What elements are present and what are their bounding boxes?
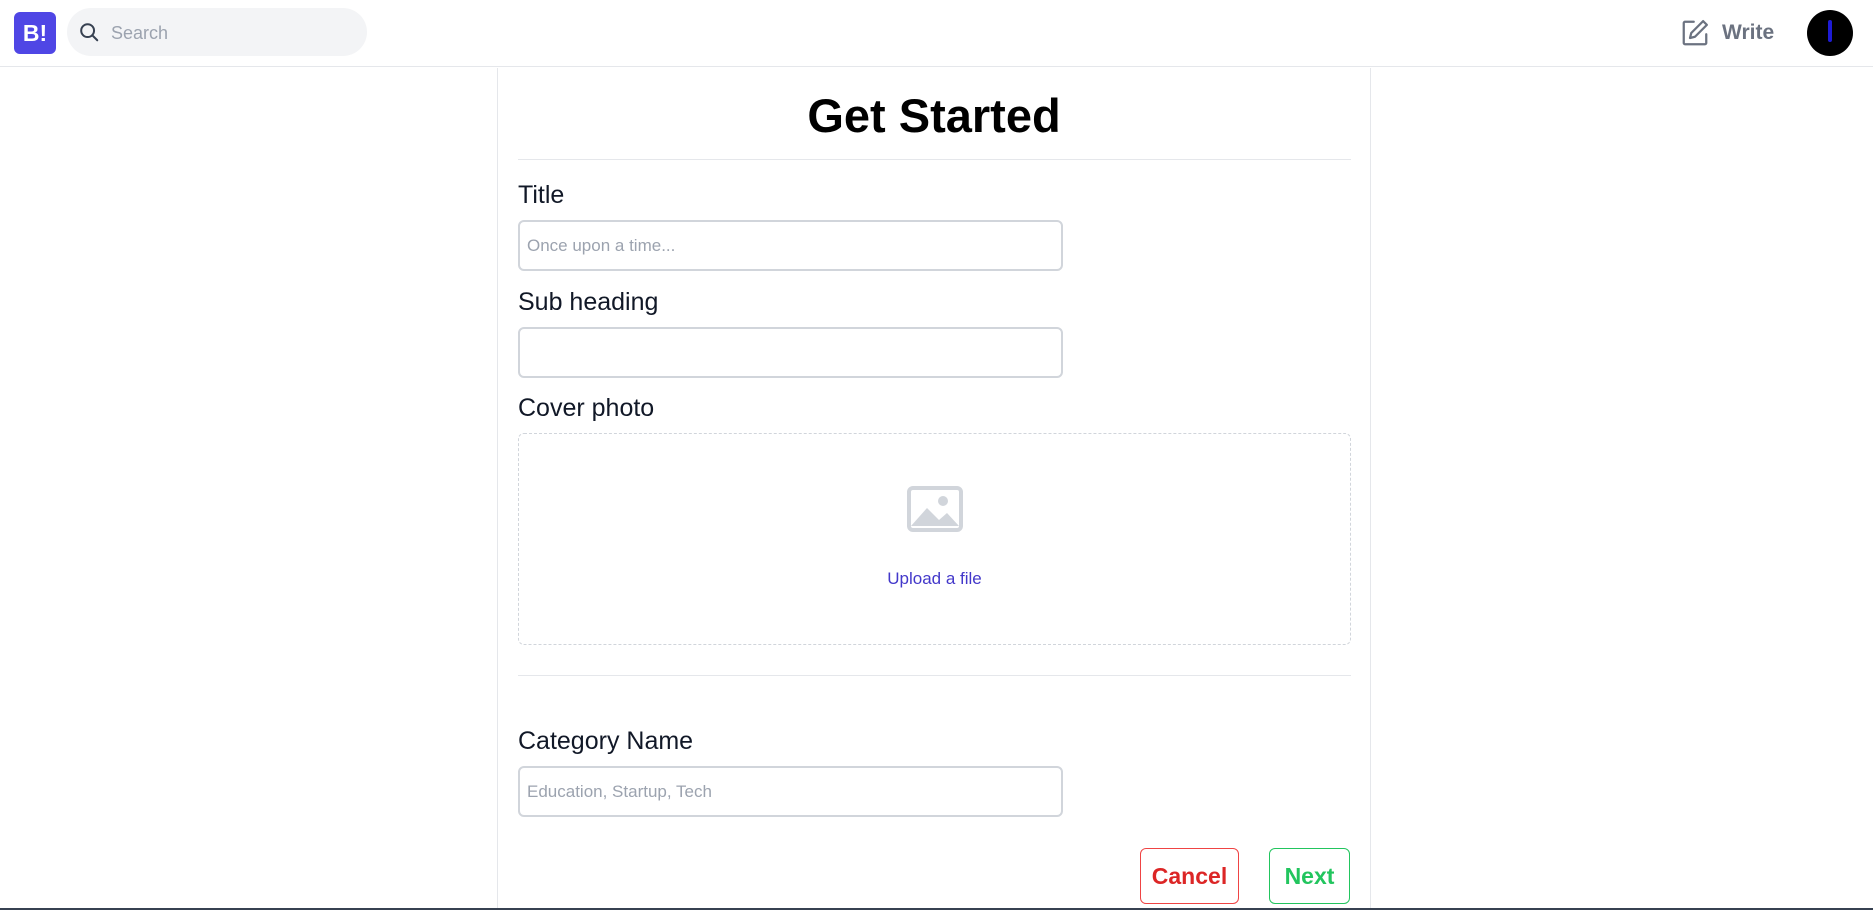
write-label: Write: [1722, 21, 1775, 44]
get-started-form: Get Started Title Sub heading Cover phot…: [497, 68, 1371, 910]
search-input[interactable]: [109, 8, 353, 58]
photo-icon: [907, 486, 963, 532]
top-navbar: B! Write: [0, 0, 1873, 67]
write-button[interactable]: Write: [1680, 15, 1774, 51]
search-bar[interactable]: [67, 8, 367, 58]
section-divider: [518, 675, 1351, 676]
edit-square-icon: [1682, 20, 1708, 46]
category-label: Category Name: [518, 727, 694, 755]
page-title: Get Started: [807, 89, 1061, 142]
title-label: Title: [518, 181, 565, 209]
subheading-input[interactable]: [518, 327, 1063, 378]
title-input[interactable]: [518, 220, 1063, 271]
brand-logo[interactable]: B!: [14, 12, 56, 54]
cancel-button[interactable]: Cancel: [1140, 848, 1239, 904]
cover-photo-dropzone[interactable]: Upload a file: [518, 433, 1351, 645]
cover-photo-label: Cover photo: [518, 394, 655, 422]
subheading-label: Sub heading: [518, 288, 659, 316]
upload-file-link[interactable]: Upload a file: [519, 569, 1350, 589]
category-input[interactable]: [518, 766, 1063, 817]
user-avatar[interactable]: [1807, 10, 1853, 56]
heading-divider: [518, 159, 1351, 160]
search-icon: [80, 23, 99, 42]
next-button[interactable]: Next: [1269, 848, 1350, 904]
avatar-figure: [1828, 20, 1832, 42]
logo-text: B!: [22, 19, 48, 46]
